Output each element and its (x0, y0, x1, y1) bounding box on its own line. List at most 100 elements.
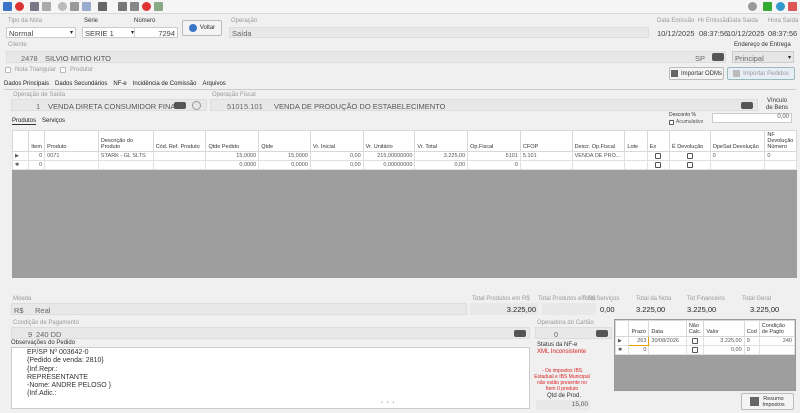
dt-emissao-value: 10/12/2025 (657, 29, 695, 38)
chevron-down-icon: ▾ (69, 30, 73, 36)
produtor-checkbox[interactable] (60, 67, 67, 73)
moeda-field: R$ Real (11, 303, 467, 315)
acumulativo-checkbox[interactable] (669, 119, 674, 125)
nota-triangular-checkbox[interactable] (5, 67, 11, 73)
hr-emissao-label: Hr Emissão (698, 18, 730, 24)
table-row[interactable]: ▶ 0 0071 STARK - GL SLTS 15,0000 15,0000… (11, 151, 797, 161)
col-prazo[interactable]: Prazo (628, 320, 650, 337)
col-produto[interactable]: Produto (44, 130, 99, 152)
acumulativo-check[interactable]: Acumulativo (669, 119, 703, 125)
back-icon (188, 24, 197, 32)
close-icon[interactable] (788, 2, 797, 11)
info-icon[interactable] (776, 2, 785, 11)
tipo-label: Tipo da Nota (8, 18, 43, 24)
search-icon[interactable] (58, 2, 67, 11)
col-ex[interactable]: Ex (646, 130, 671, 152)
print-icon[interactable] (98, 2, 107, 11)
resumo-impostos-button[interactable]: Resumo Impostos (741, 393, 794, 410)
cond-pag-field[interactable]: 9 240 DD (11, 327, 530, 339)
tab-incidencia-comissao[interactable]: Incidência de Comissão (133, 81, 197, 89)
cancel-icon[interactable] (142, 2, 151, 11)
tab-produtos[interactable]: Produtos (12, 118, 37, 125)
col-condicao-pagto[interactable]: Condição de Pagto (758, 320, 796, 337)
tot-financeiro-value: 3.225,00 (687, 305, 717, 314)
tab-nfe[interactable]: NF-e (113, 81, 126, 89)
tab-dados-principais[interactable]: Dados Principais (4, 81, 49, 89)
col-vr-unitario[interactable]: Vr. Unitário (362, 130, 416, 152)
obs-textarea[interactable]: EP/SP Nº 003642-0 {Pedido de venda: 2810… (11, 347, 530, 409)
operacao-field: Saída (229, 27, 649, 38)
tab-arquivos[interactable]: Arquivos (202, 81, 225, 89)
row-pointer-icon: ▶ (11, 151, 30, 161)
main-tabs: Dados Principais Dados Secundários NF-e … (4, 81, 796, 90)
table-row[interactable]: ✱ 0 0,00 0 (614, 345, 796, 355)
search-hand-icon[interactable] (174, 102, 186, 109)
search-hand-icon[interactable] (596, 330, 608, 337)
dt-saida-value: 10/12/2025 (727, 29, 765, 38)
settings-icon[interactable] (154, 2, 163, 11)
pager-dots: ••• (381, 400, 399, 406)
refresh-icon[interactable] (82, 2, 91, 11)
col-qtde-pedido[interactable]: Qtde Pedido (205, 130, 260, 152)
col-nf-devolucao[interactable]: NF Devolução Número (764, 130, 797, 152)
tab-servicos[interactable]: Serviços (42, 118, 65, 125)
search-hand-icon[interactable] (741, 102, 753, 109)
total-geral-value: 3.225,00 (750, 305, 780, 314)
voltar-button[interactable]: Voltar (182, 20, 222, 36)
delete-icon[interactable] (15, 2, 24, 11)
new-icon[interactable] (3, 2, 12, 11)
serie-select[interactable]: SERIE 1 ▾ (82, 27, 137, 38)
nao-calc-checkbox[interactable] (692, 346, 699, 353)
col-lote[interactable]: Lote (624, 130, 648, 152)
entrega-select[interactable]: Principal ▾ (732, 51, 794, 63)
col-vr-total[interactable]: Vr. Total (414, 130, 469, 152)
col-cod[interactable]: Cod (743, 320, 760, 337)
numero-label: Número (134, 18, 156, 24)
search-hand-icon[interactable] (712, 53, 724, 61)
col-nao-calc[interactable]: Não Calc. (685, 320, 705, 337)
devolucao-checkbox[interactable] (686, 161, 693, 168)
filter-icon[interactable] (70, 2, 79, 11)
col-cod-ref[interactable]: Cód. Ref. Produto (152, 130, 207, 152)
search-hand-icon[interactable] (514, 330, 526, 337)
col-op-fiscal[interactable]: Op.Fiscal (467, 130, 521, 152)
user-icon[interactable] (748, 2, 757, 11)
col-descr-op-fiscal[interactable]: Descr. Op.Fiscal (571, 130, 626, 152)
nao-calc-checkbox[interactable] (692, 337, 699, 344)
importar-odms-button[interactable]: Importar ODMs (669, 67, 724, 80)
col-item[interactable]: Item (28, 130, 46, 152)
desconto-field[interactable]: 0,00 (712, 113, 792, 123)
save-icon[interactable] (30, 2, 39, 11)
status-warning: - Os impostos IBS Estadual e IBS Municip… (534, 368, 590, 392)
undo-icon[interactable] (42, 2, 51, 11)
table-row[interactable]: ✱ 0 0,0000 0,0000 0,00 0,00000000 0,00 0 (11, 160, 797, 170)
op-saida-field[interactable]: 1 VENDA DIRETA CONSUMIDOR FINA (11, 99, 207, 111)
col-valor[interactable]: Valor (703, 320, 745, 337)
col-data[interactable]: Data (648, 320, 687, 337)
cond-pag-label: Condição de Pagamento (13, 320, 80, 326)
total-nota-label: Total da Nota (636, 296, 672, 302)
tax-icon (750, 397, 760, 406)
col-qtde[interactable]: Qtde (258, 130, 311, 152)
table-row[interactable]: ▶ 263 30/08/2026 3.225,00 9 240 (614, 336, 796, 346)
col-descricao[interactable]: Descrição do Produto (97, 130, 154, 152)
ex-checkbox[interactable] (655, 161, 662, 168)
refresh-icon[interactable] (192, 101, 201, 110)
ex-checkbox[interactable] (655, 152, 662, 159)
devolucao-checkbox[interactable] (686, 152, 693, 159)
col-opesat-devolucao[interactable]: OpeSat Devolução (709, 130, 766, 152)
op-fiscal-field[interactable]: 5101 5.101 VENDA DE PRODUÇÃO DO ESTABELE… (210, 99, 758, 111)
lock-icon[interactable] (118, 2, 127, 11)
operador-field[interactable]: 0 (535, 327, 612, 339)
col-cfop[interactable]: CFOP (519, 130, 573, 152)
tipo-select[interactable]: Normal ▾ (6, 27, 76, 38)
importar-pedidos-button[interactable]: Importar Pedidos (727, 67, 795, 80)
tab-dados-secundarios[interactable]: Dados Secundários (55, 81, 107, 89)
cliente-field[interactable]: 2478 SILVIO MITIO KITO SP (6, 51, 726, 63)
col-e-devolucao[interactable]: É Devolução (669, 130, 711, 152)
vinculo-bens-button[interactable]: Vínculo de Bens (766, 98, 788, 112)
numero-field[interactable]: 7294 (134, 27, 178, 38)
col-vr-inicial[interactable]: Vr. Inicial (309, 130, 364, 152)
lock-status-icon[interactable] (763, 2, 772, 11)
copy-icon[interactable] (130, 2, 139, 11)
